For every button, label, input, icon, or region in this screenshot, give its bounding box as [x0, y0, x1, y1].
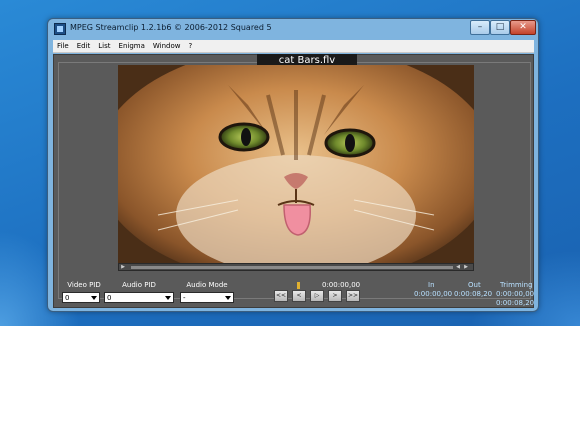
menu-file[interactable]: File: [53, 42, 73, 50]
maximize-button[interactable]: □: [490, 20, 510, 35]
video-pid-value: 0: [65, 294, 70, 302]
out-time-value: 0:00:08,20: [454, 290, 493, 298]
trimming-end-value: 0:00:08,20: [496, 299, 535, 307]
trimming-start-value: 0:00:00,00: [496, 290, 535, 298]
in-label: In: [428, 281, 435, 289]
video-pid-label: Video PID: [67, 281, 101, 289]
close-button[interactable]: ✕: [510, 20, 536, 35]
audio-pid-value: 0: [107, 294, 112, 302]
scrub-end-icon[interactable]: ▶: [463, 264, 469, 270]
chevron-down-icon: [91, 296, 97, 300]
menu-help[interactable]: ?: [185, 42, 197, 50]
cat-video-frame: [118, 65, 474, 263]
step-forward-button[interactable]: >: [328, 290, 342, 302]
audio-pid-select[interactable]: 0: [104, 292, 174, 303]
video-pid-select[interactable]: 0: [62, 292, 100, 303]
timeline-track[interactable]: [131, 266, 453, 269]
menu-list[interactable]: List: [94, 42, 114, 50]
audio-mode-select[interactable]: -: [180, 292, 234, 303]
scrub-zoom-out-icon[interactable]: ◀: [455, 264, 461, 270]
mpeg-streamclip-window: MPEG Streamclip 1.2.1b6 © 2006-2012 Squa…: [47, 18, 539, 312]
fast-forward-button[interactable]: >>: [346, 290, 360, 302]
current-time-readout: 0:00:00,00: [322, 281, 361, 289]
film-strip-icon: [297, 282, 300, 289]
menu-bar: File Edit List Enigma Window ?: [53, 40, 534, 53]
scrub-start-icon[interactable]: ▶: [120, 264, 126, 270]
window-title: MPEG Streamclip 1.2.1b6 © 2006-2012 Squa…: [70, 23, 272, 32]
audio-mode-value: -: [183, 294, 186, 302]
chevron-down-icon: [165, 296, 171, 300]
menu-edit[interactable]: Edit: [73, 42, 95, 50]
audio-mode-label: Audio Mode: [186, 281, 228, 289]
trimming-label: Trimming: [500, 281, 533, 289]
rewind-button[interactable]: <<: [274, 290, 288, 302]
timeline-scrubber[interactable]: ▶ ◀ ▶: [118, 263, 474, 271]
app-film-icon: [54, 23, 66, 35]
menu-enigma[interactable]: Enigma: [115, 42, 149, 50]
chevron-down-icon: [225, 296, 231, 300]
player-panel: cat Bars.flv ▶ ◀ ▶ Video PID 0 Audio PID…: [53, 54, 534, 308]
play-button[interactable]: ▷: [310, 290, 324, 302]
title-bar[interactable]: MPEG Streamclip 1.2.1b6 © 2006-2012 Squa…: [48, 19, 538, 39]
minimize-button[interactable]: –: [470, 20, 490, 35]
step-back-button[interactable]: <: [292, 290, 306, 302]
audio-pid-label: Audio PID: [122, 281, 156, 289]
menu-window[interactable]: Window: [149, 42, 185, 50]
video-preview[interactable]: [118, 65, 474, 263]
desktop-background: MPEG Streamclip 1.2.1b6 © 2006-2012 Squa…: [0, 0, 580, 326]
in-time-value: 0:00:00,00: [414, 290, 453, 298]
out-label: Out: [468, 281, 481, 289]
